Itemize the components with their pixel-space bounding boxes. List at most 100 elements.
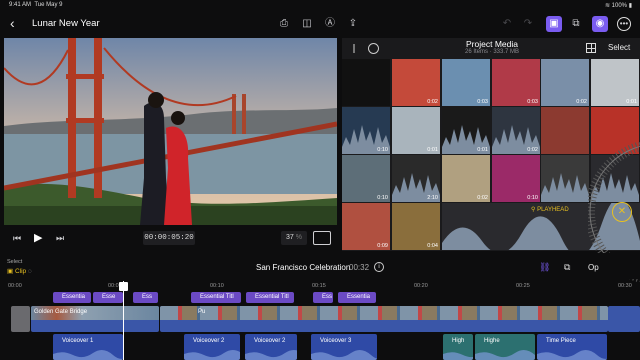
zoom-unit: % (295, 234, 302, 241)
media-tile[interactable]: 0:10 (342, 155, 390, 202)
top-toolbar: ‹ Lunar New Year ⎙ ◫ Ⓐ ⇪ ↶ ↷ ▣ ⧉ ◉ ••• (0, 10, 640, 38)
inspector-icon[interactable]: ◉ (592, 16, 608, 32)
timecode-display[interactable]: 00:00:05:20 (143, 231, 195, 245)
media-tile[interactable]: 0:09 (342, 203, 390, 250)
viewer-options-icon[interactable] (313, 231, 331, 245)
clip-label: Pu (198, 309, 206, 315)
media-tile[interactable]: 0:10 (342, 107, 390, 154)
media-tile[interactable] (541, 155, 589, 202)
playhead-chip: ⚲ PLAYHEAD (531, 206, 569, 213)
camera-icon[interactable]: ◫ (299, 16, 315, 32)
media-tile[interactable]: 0:03 (492, 59, 540, 106)
zoom-display[interactable]: 37 % (281, 231, 307, 245)
skip-back-icon[interactable]: ⏮ (13, 233, 21, 244)
undo-icon[interactable]: ↶ (499, 16, 515, 32)
video-clip[interactable] (11, 306, 30, 332)
audio-clip[interactable]: Highe (475, 334, 535, 360)
playhead-handle[interactable] (119, 282, 128, 291)
video-clips-group[interactable]: Pu (160, 306, 608, 332)
clip-appearance-icon[interactable]: ⧉ (564, 262, 570, 273)
media-tile[interactable]: 0:01 (392, 107, 440, 154)
audio-clip[interactable]: Voiceover 3 (311, 334, 377, 360)
audio-waveform (184, 350, 240, 360)
audio-clip[interactable]: Time Piece (537, 334, 607, 360)
export-icon[interactable]: ⎙ (276, 16, 292, 32)
audio-waveform (311, 350, 377, 360)
audio-clip-label: High (452, 338, 465, 344)
title-clip[interactable]: Essential Titl (246, 292, 294, 303)
media-tile[interactable]: 2:10 (392, 155, 440, 202)
filter-icon[interactable] (368, 43, 379, 54)
viewer-controls: ⏮ ▶ ⏭ 00:00:05:20 37 % (0, 227, 340, 251)
media-tile[interactable]: 0:03 (442, 59, 490, 106)
photos-icon[interactable]: ⧉ (568, 16, 584, 32)
ruler-tick-label: 00:10 (210, 283, 224, 289)
video-viewer[interactable] (4, 38, 337, 225)
title-clip[interactable]: Essential Titl (191, 292, 241, 303)
ruler-tick-label: 00:20 (414, 283, 428, 289)
title-clip[interactable]: Esse (93, 292, 123, 303)
battery-label: 100% (611, 3, 628, 9)
browser-subtitle: 26 Items · 333.7 MB (464, 49, 520, 55)
media-browser-icon[interactable]: ▣ (546, 16, 562, 32)
chevron-icon: ◌ (27, 268, 32, 275)
title-clip[interactable]: Essentia (53, 292, 91, 303)
audio-waveform (245, 350, 297, 360)
audio-waveform (475, 350, 535, 360)
skip-forward-icon[interactable]: ⏭ (56, 233, 64, 244)
clip-label: Golden Gate Bridge (34, 309, 88, 315)
audio-clip[interactable]: Voiceover 2 (245, 334, 297, 360)
audio-waveform (443, 352, 473, 360)
playhead-label: PLAYHEAD (537, 207, 569, 213)
media-tile[interactable]: 0:04 (392, 203, 440, 250)
audio-clip-label: Time Piece (546, 338, 576, 344)
grid-view-icon[interactable] (586, 43, 596, 53)
clip-selector[interactable]: ▣ Clip ◌ (7, 267, 32, 275)
media-tile[interactable]: 0:01 (591, 59, 639, 106)
video-track: Golden Gate Bridge Pu (0, 306, 640, 332)
audio-clip[interactable]: Voiceover 1 (53, 334, 123, 360)
audio-waveform (53, 350, 123, 360)
title-clip[interactable]: Essentia (338, 292, 376, 303)
redo-icon[interactable]: ↷ (520, 16, 536, 32)
audio-clip[interactable]: High (443, 334, 473, 360)
info-icon[interactable]: i (374, 262, 384, 272)
close-dial-icon[interactable]: ✕ (612, 202, 632, 222)
select-button[interactable]: Select (608, 43, 630, 52)
media-tile[interactable] (541, 107, 589, 154)
media-tile[interactable]: 0:01 (442, 107, 490, 154)
drag-handle-icon[interactable] (353, 44, 355, 53)
ruler-tick-label: 00:15 (312, 283, 326, 289)
audio-clip-label: Voiceover 2 (254, 338, 286, 344)
play-icon[interactable]: ▶ (34, 231, 42, 244)
media-tile[interactable]: 0:02 (392, 59, 440, 106)
media-tile[interactable]: 0:02 (492, 107, 540, 154)
battery-icon: ▮ (628, 3, 632, 9)
media-tile[interactable]: 0:02 (541, 59, 589, 106)
project-name: San Francisco Celebration (256, 263, 351, 272)
annotate-icon[interactable]: Ⓐ (322, 16, 338, 32)
back-chevron-icon[interactable]: ‹ (10, 15, 24, 31)
timeline-header: Select ▣ Clip ◌ San Francisco Celebratio… (0, 253, 640, 279)
link-icon[interactable]: ⛓ (539, 262, 550, 273)
timeline-ruler[interactable]: 00:00 00:05 00:10 00:15 00:20 00:25 00:30 (0, 281, 640, 291)
waveform-thumb (541, 173, 589, 202)
timeline-playhead[interactable] (123, 281, 124, 360)
title-clip[interactable]: Ess (133, 292, 158, 303)
audio-clip-label: Voiceover 1 (62, 338, 94, 344)
project-title: Lunar New Year (32, 18, 100, 29)
more-icon[interactable]: ••• (617, 17, 631, 31)
video-clip[interactable] (608, 306, 640, 332)
tile-duration: 0:01 (626, 99, 637, 105)
media-tile[interactable]: 0:02 (442, 155, 490, 202)
media-tile[interactable] (342, 59, 390, 106)
video-clip-golden-gate[interactable]: Golden Gate Bridge (31, 306, 159, 332)
media-tile[interactable]: 0:10 (492, 155, 540, 202)
tile-duration: 0:02 (527, 147, 538, 153)
title-clip[interactable]: Ess (313, 292, 333, 303)
audio-clip[interactable]: Voiceover 2 (184, 334, 240, 360)
share-icon[interactable]: ⇪ (345, 16, 361, 32)
tile-duration: 0:02 (427, 99, 438, 105)
options-button[interactable]: Op (588, 263, 599, 272)
tile-duration: 0:02 (477, 195, 488, 201)
